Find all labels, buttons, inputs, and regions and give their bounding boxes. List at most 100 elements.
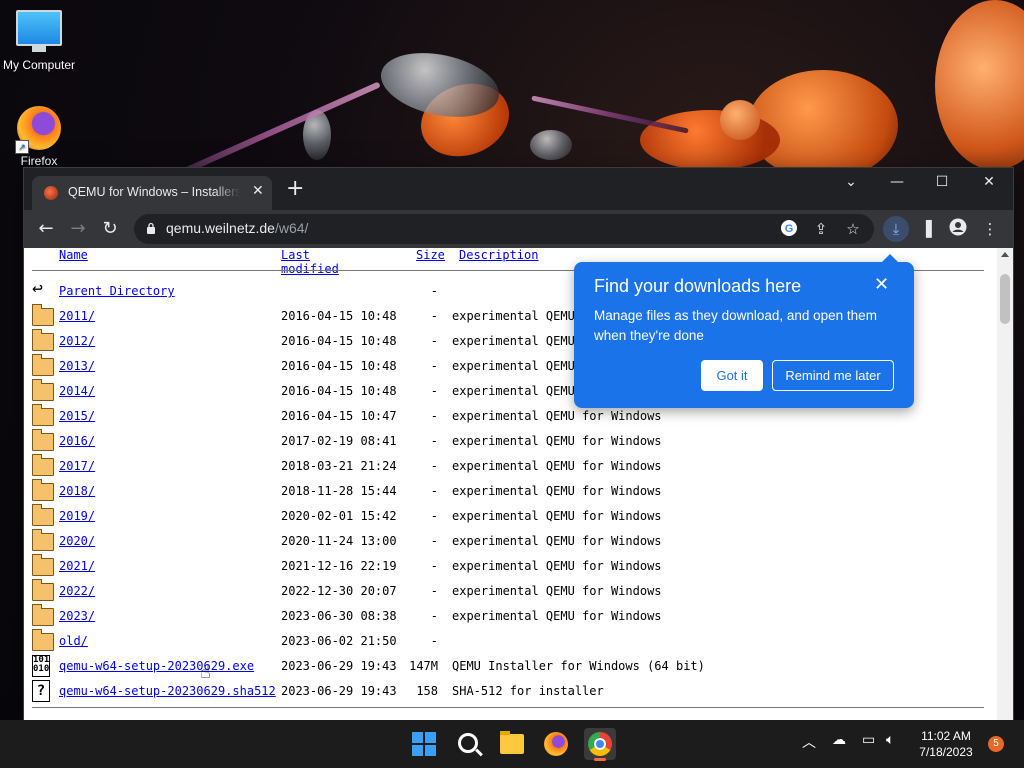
firefox-taskbar-button[interactable] — [540, 728, 572, 760]
close-icon[interactable]: ✕ — [874, 274, 889, 295]
cell-description: experimental QEMU for Windows — [452, 534, 662, 548]
unknown-file-icon: ? — [32, 680, 52, 702]
sort-date-link[interactable]: Last modified — [281, 248, 339, 276]
profile-icon[interactable] — [947, 218, 969, 240]
qemu-favicon-icon — [44, 186, 58, 200]
windows-logo-icon — [412, 732, 436, 756]
file-link[interactable]: 2018/ — [59, 484, 95, 498]
cell-size: - — [430, 309, 438, 323]
desktop-icon-firefox[interactable]: ↗ Firefox — [0, 106, 78, 168]
file-link[interactable]: 2019/ — [59, 509, 95, 523]
cloud-offline-icon[interactable]: ☁ — [832, 732, 846, 748]
cell-size: 147M — [409, 659, 438, 673]
folder-icon — [32, 504, 54, 526]
cell-name: qemu-w64-setup-20230629.sha512 — [59, 684, 276, 698]
parent-directory-icon: ↩ — [32, 278, 43, 299]
google-lens-icon[interactable]: G — [779, 219, 799, 239]
system-clock[interactable]: 11:02 AM 7/18/2023 — [912, 728, 980, 760]
url-text[interactable]: qemu.weilnetz.de/w64/ — [166, 220, 308, 236]
file-link[interactable]: old/ — [59, 634, 88, 648]
minimize-button[interactable]: — — [877, 174, 917, 190]
cell-size: - — [430, 584, 438, 598]
cell-name: 2014/ — [59, 384, 95, 398]
back-arrow-icon[interactable]: ← — [35, 218, 57, 240]
chrome-window: QEMU for Windows – Installers (C ✕ + ⌄ —… — [24, 168, 1013, 720]
file-link[interactable]: qemu-w64-setup-20230629.exe — [59, 659, 254, 673]
network-icon[interactable]: ▭ — [862, 732, 875, 748]
cell-date: 2018-03-21 21:24 — [281, 459, 397, 473]
sort-size-link[interactable]: Size — [416, 248, 445, 262]
sort-name-link[interactable]: Name — [59, 248, 88, 262]
file-explorer-button[interactable] — [496, 728, 528, 760]
folder-icon — [32, 404, 54, 426]
file-link[interactable]: qemu-w64-setup-20230629.sha512 — [59, 684, 276, 698]
file-link[interactable]: 2013/ — [59, 359, 95, 373]
scroll-thumb[interactable] — [1000, 274, 1010, 324]
remind-me-later-button[interactable]: Remind me later — [772, 360, 894, 391]
bubble-title: Find your downloads here — [594, 276, 802, 296]
bookmark-star-icon[interactable]: ☆ — [843, 219, 863, 239]
cell-description: experimental QEMU for Windows — [452, 509, 662, 523]
file-link[interactable]: 2011/ — [59, 309, 95, 323]
cell-date: 2023-06-29 19:43 — [281, 684, 397, 698]
url-path: /w64/ — [274, 220, 309, 236]
desktop-icon-my-computer[interactable]: My Computer — [0, 10, 78, 72]
new-tab-button[interactable]: + — [286, 178, 304, 200]
scrollbar[interactable] — [997, 248, 1013, 720]
lock-icon[interactable] — [146, 222, 156, 234]
file-link[interactable]: 2012/ — [59, 334, 95, 348]
clock-time: 11:02 AM — [921, 729, 971, 743]
chevron-up-icon[interactable]: ︿ — [802, 732, 816, 752]
start-button[interactable] — [408, 728, 440, 760]
file-link[interactable]: 2021/ — [59, 559, 95, 573]
header-name[interactable]: Name — [59, 248, 88, 268]
tab-search-button[interactable]: ⌄ — [831, 174, 871, 190]
wallpaper-orange-shape — [935, 0, 1024, 170]
tab-close-button[interactable]: ✕ — [252, 183, 264, 199]
download-icon[interactable]: ⤓ — [883, 216, 909, 242]
notification-badge[interactable]: 5 — [988, 736, 1004, 752]
cell-name: Parent Directory — [59, 284, 175, 298]
forward-arrow-icon[interactable]: → — [67, 218, 89, 240]
cell-date: 2016-04-15 10:47 — [281, 409, 397, 423]
cell-name: 2021/ — [59, 559, 95, 573]
cell-description: experimental QEMU for Windows — [452, 484, 662, 498]
header-size[interactable]: Size — [416, 248, 445, 268]
scroll-up-arrow-icon[interactable] — [1001, 252, 1009, 257]
address-bar[interactable]: qemu.weilnetz.de/w64/ G ⇪ ☆ — [134, 214, 874, 244]
cell-description: experimental QEMU for Windows — [452, 559, 662, 573]
cell-date: 2020-11-24 13:00 — [281, 534, 397, 548]
cell-name: 2011/ — [59, 309, 95, 323]
cell-name: 2012/ — [59, 334, 95, 348]
tab-qemu[interactable]: QEMU for Windows – Installers (C ✕ — [32, 176, 272, 210]
got-it-button[interactable]: Got it — [701, 360, 763, 391]
mouse-pointer-icon: ☝ — [200, 662, 211, 683]
side-panel-icon[interactable]: ▐ — [915, 218, 937, 240]
file-link[interactable]: 2015/ — [59, 409, 95, 423]
table-row: 2022/2022-12-30 20:07 - experimental QEMU … — [32, 579, 992, 605]
cell-date: 2018-11-28 15:44 — [281, 484, 397, 498]
maximize-button[interactable]: ☐ — [922, 174, 962, 190]
search-button[interactable] — [452, 728, 484, 760]
file-link[interactable]: 2023/ — [59, 609, 95, 623]
desktop-icon-label: My Computer — [2, 58, 76, 72]
file-link[interactable]: 2016/ — [59, 434, 95, 448]
file-link[interactable]: Parent Directory — [59, 284, 175, 298]
file-link[interactable]: 2017/ — [59, 459, 95, 473]
cell-description: experimental QEMU for Windows — [452, 609, 662, 623]
close-window-button[interactable]: ✕ — [969, 174, 1009, 190]
cell-size: - — [430, 634, 438, 648]
volume-icon[interactable]: 🔈︎ — [886, 732, 894, 748]
menu-kebab-icon[interactable]: ⋮ — [979, 218, 1001, 240]
file-link[interactable]: 2022/ — [59, 584, 95, 598]
chrome-taskbar-button[interactable] — [584, 728, 616, 761]
file-link[interactable]: 2020/ — [59, 534, 95, 548]
share-icon[interactable]: ⇪ — [811, 219, 831, 239]
reload-icon[interactable]: ↻ — [99, 218, 121, 240]
header-description[interactable]: Description — [459, 248, 538, 268]
cell-name: 2020/ — [59, 534, 95, 548]
header-last-modified[interactable]: Last modified — [281, 248, 339, 276]
sort-description-link[interactable]: Description — [459, 248, 538, 262]
file-link[interactable]: 2014/ — [59, 384, 95, 398]
cell-size: - — [430, 459, 438, 473]
